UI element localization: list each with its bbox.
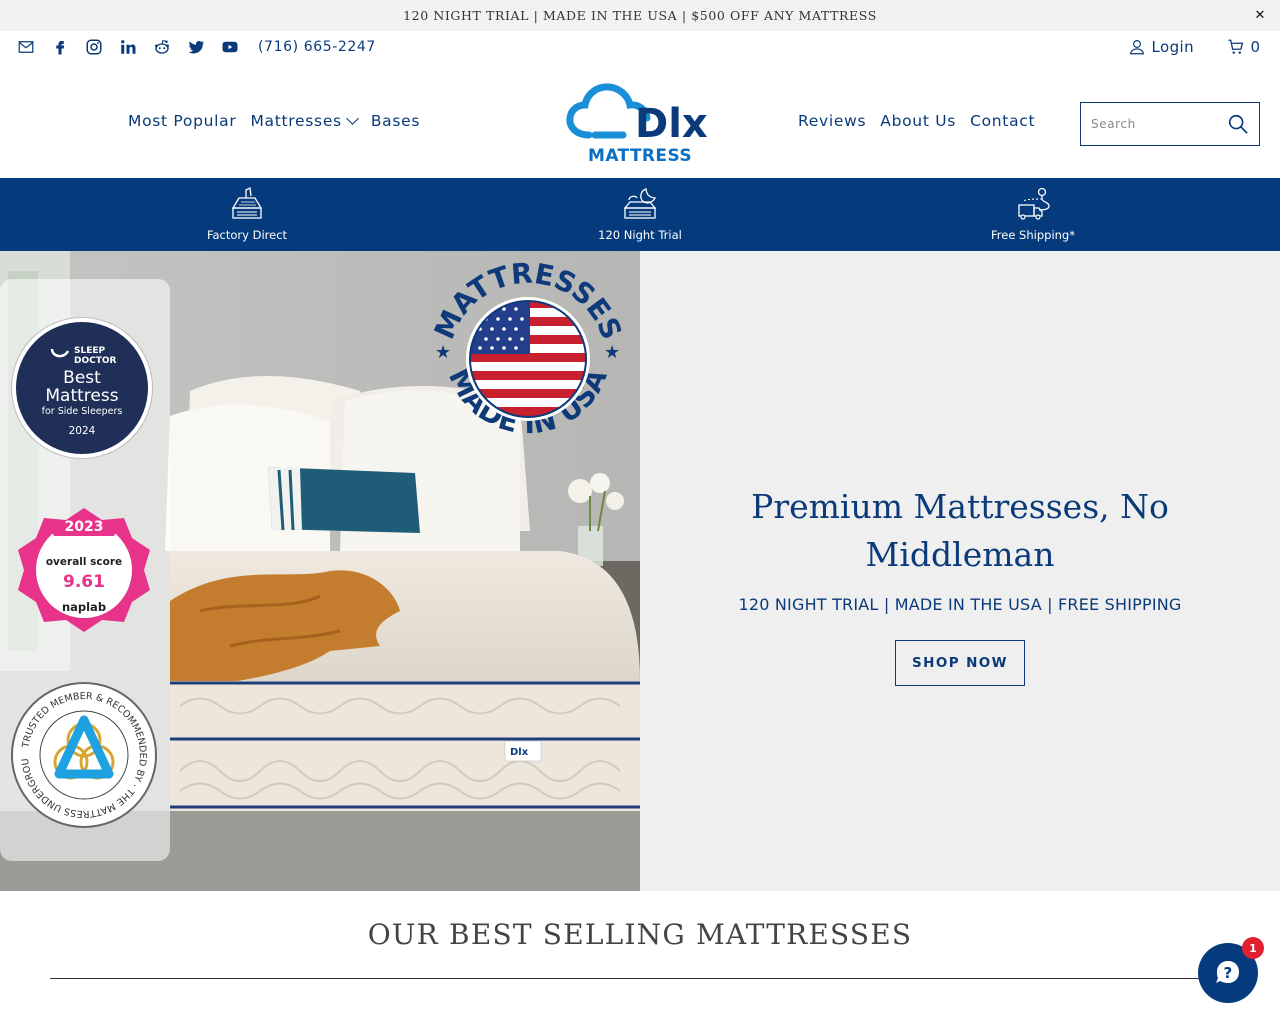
- user-icon: [1129, 40, 1144, 55]
- feature-label: 120 Night Trial: [598, 228, 682, 242]
- naplab-label: overall score: [45, 556, 123, 568]
- nav-contact[interactable]: Contact: [970, 112, 1035, 130]
- login-link[interactable]: Login: [1128, 38, 1194, 56]
- sleep-doctor-line2: Mattress: [45, 386, 119, 406]
- nav-most-popular[interactable]: Most Popular: [128, 112, 236, 130]
- chat-notification-badge: 1: [1242, 937, 1264, 959]
- mattress-tag-text: Dlx: [510, 747, 529, 758]
- hero-subtitle: 120 NIGHT TRIAL | MADE IN THE USA | FREE…: [738, 595, 1182, 614]
- sleep-doctor-line1: Best: [63, 368, 101, 388]
- feature-night-trial: 120 Night Trial: [560, 186, 720, 242]
- search-icon[interactable]: [1227, 113, 1249, 135]
- naplab-badge: 2023 overall score 9.61 naplab: [14, 504, 154, 634]
- sleep-moon-icon: [623, 188, 657, 219]
- cart-count: 0: [1250, 38, 1260, 56]
- sleep-doctor-brand1: SLEEP: [74, 346, 106, 356]
- naplab-year: 2023: [64, 519, 104, 535]
- login-label: Login: [1151, 38, 1194, 56]
- nav-reviews[interactable]: Reviews: [798, 112, 866, 130]
- sleep-doctor-year: 2024: [68, 425, 96, 437]
- nav-mattresses[interactable]: Mattresses: [250, 112, 359, 130]
- reddit-icon[interactable]: [152, 37, 172, 57]
- linkedin-icon[interactable]: [118, 37, 138, 57]
- instagram-icon[interactable]: [84, 37, 104, 57]
- twitter-icon[interactable]: [186, 37, 206, 57]
- social-links: (716) 665-2247: [16, 37, 376, 57]
- delivery-truck-icon: [1018, 187, 1050, 220]
- naplab-score: 9.61: [63, 572, 105, 592]
- cart-icon: [1228, 39, 1244, 54]
- nav-mattresses-label: Mattresses: [250, 112, 342, 130]
- section-divider: [50, 978, 1230, 979]
- feature-label: Free Shipping*: [991, 228, 1075, 242]
- mattress-icon: [231, 187, 263, 219]
- logo-subtitle: MATTRESS: [588, 146, 692, 166]
- hero-title: Premium Mattresses, No Middleman: [640, 483, 1280, 579]
- hero-content: Premium Mattresses, No Middleman 120 NIG…: [640, 251, 1280, 891]
- shop-now-button[interactable]: SHOP NOW: [895, 640, 1025, 686]
- main-nav-left: Most Popular Mattresses Bases: [128, 112, 420, 130]
- feature-factory-direct: Factory Direct: [167, 186, 327, 242]
- seal-star-left: ★: [435, 342, 451, 363]
- hero-title-line1: Premium Mattresses, No: [751, 487, 1169, 526]
- made-in-usa-seal: MATTRESSES MADE IN USA ★ ★: [418, 251, 638, 471]
- feature-free-shipping: Free Shipping*: [953, 186, 1113, 242]
- facebook-icon[interactable]: [50, 37, 70, 57]
- hero-image: Dlx SLEEP DOCTOR Best Mattress for Side …: [0, 251, 640, 891]
- sleep-doctor-badge: SLEEP DOCTOR Best Mattress for Side Slee…: [12, 318, 152, 458]
- sleep-doctor-line3: for Side Sleepers: [41, 406, 123, 417]
- chat-icon: ?: [1216, 961, 1239, 983]
- mattress-underground-badge: TRUSTED MEMBER & RECOMMENDED BY · THE MA…: [9, 676, 157, 828]
- announcement-text: 120 NIGHT TRIAL | MADE IN THE USA | $500…: [403, 8, 877, 23]
- sleep-doctor-brand2: DOCTOR: [74, 356, 117, 366]
- seal-star-right: ★: [604, 342, 620, 363]
- search-input[interactable]: [1091, 117, 1231, 131]
- announcement-bar: 120 NIGHT TRIAL | MADE IN THE USA | $500…: [0, 0, 1280, 31]
- logo-wordmark: Dlx: [635, 101, 708, 147]
- feature-label: Factory Direct: [206, 228, 288, 242]
- email-icon[interactable]: [16, 37, 36, 57]
- close-icon[interactable]: ✕: [1255, 8, 1267, 23]
- youtube-icon[interactable]: [220, 37, 240, 57]
- nav-bases[interactable]: Bases: [371, 112, 420, 130]
- feature-bar: Factory Direct 120 Night Trial Free Ship…: [0, 178, 1280, 251]
- chevron-down-icon: [345, 112, 359, 125]
- search-box: [1080, 102, 1260, 146]
- hero-title-line2: Middleman: [865, 535, 1055, 574]
- svg-text:?: ?: [1224, 964, 1233, 982]
- main-nav-right: Reviews About Us Contact: [798, 112, 1035, 130]
- phone-number[interactable]: (716) 665-2247: [258, 39, 376, 55]
- cart-link[interactable]: 0: [1227, 38, 1260, 56]
- naplab-brand: naplab: [61, 600, 107, 614]
- nav-about-us[interactable]: About Us: [880, 112, 956, 130]
- moon-icon: [50, 348, 70, 358]
- best-selling-title: OUR BEST SELLING MATTRESSES: [367, 918, 913, 951]
